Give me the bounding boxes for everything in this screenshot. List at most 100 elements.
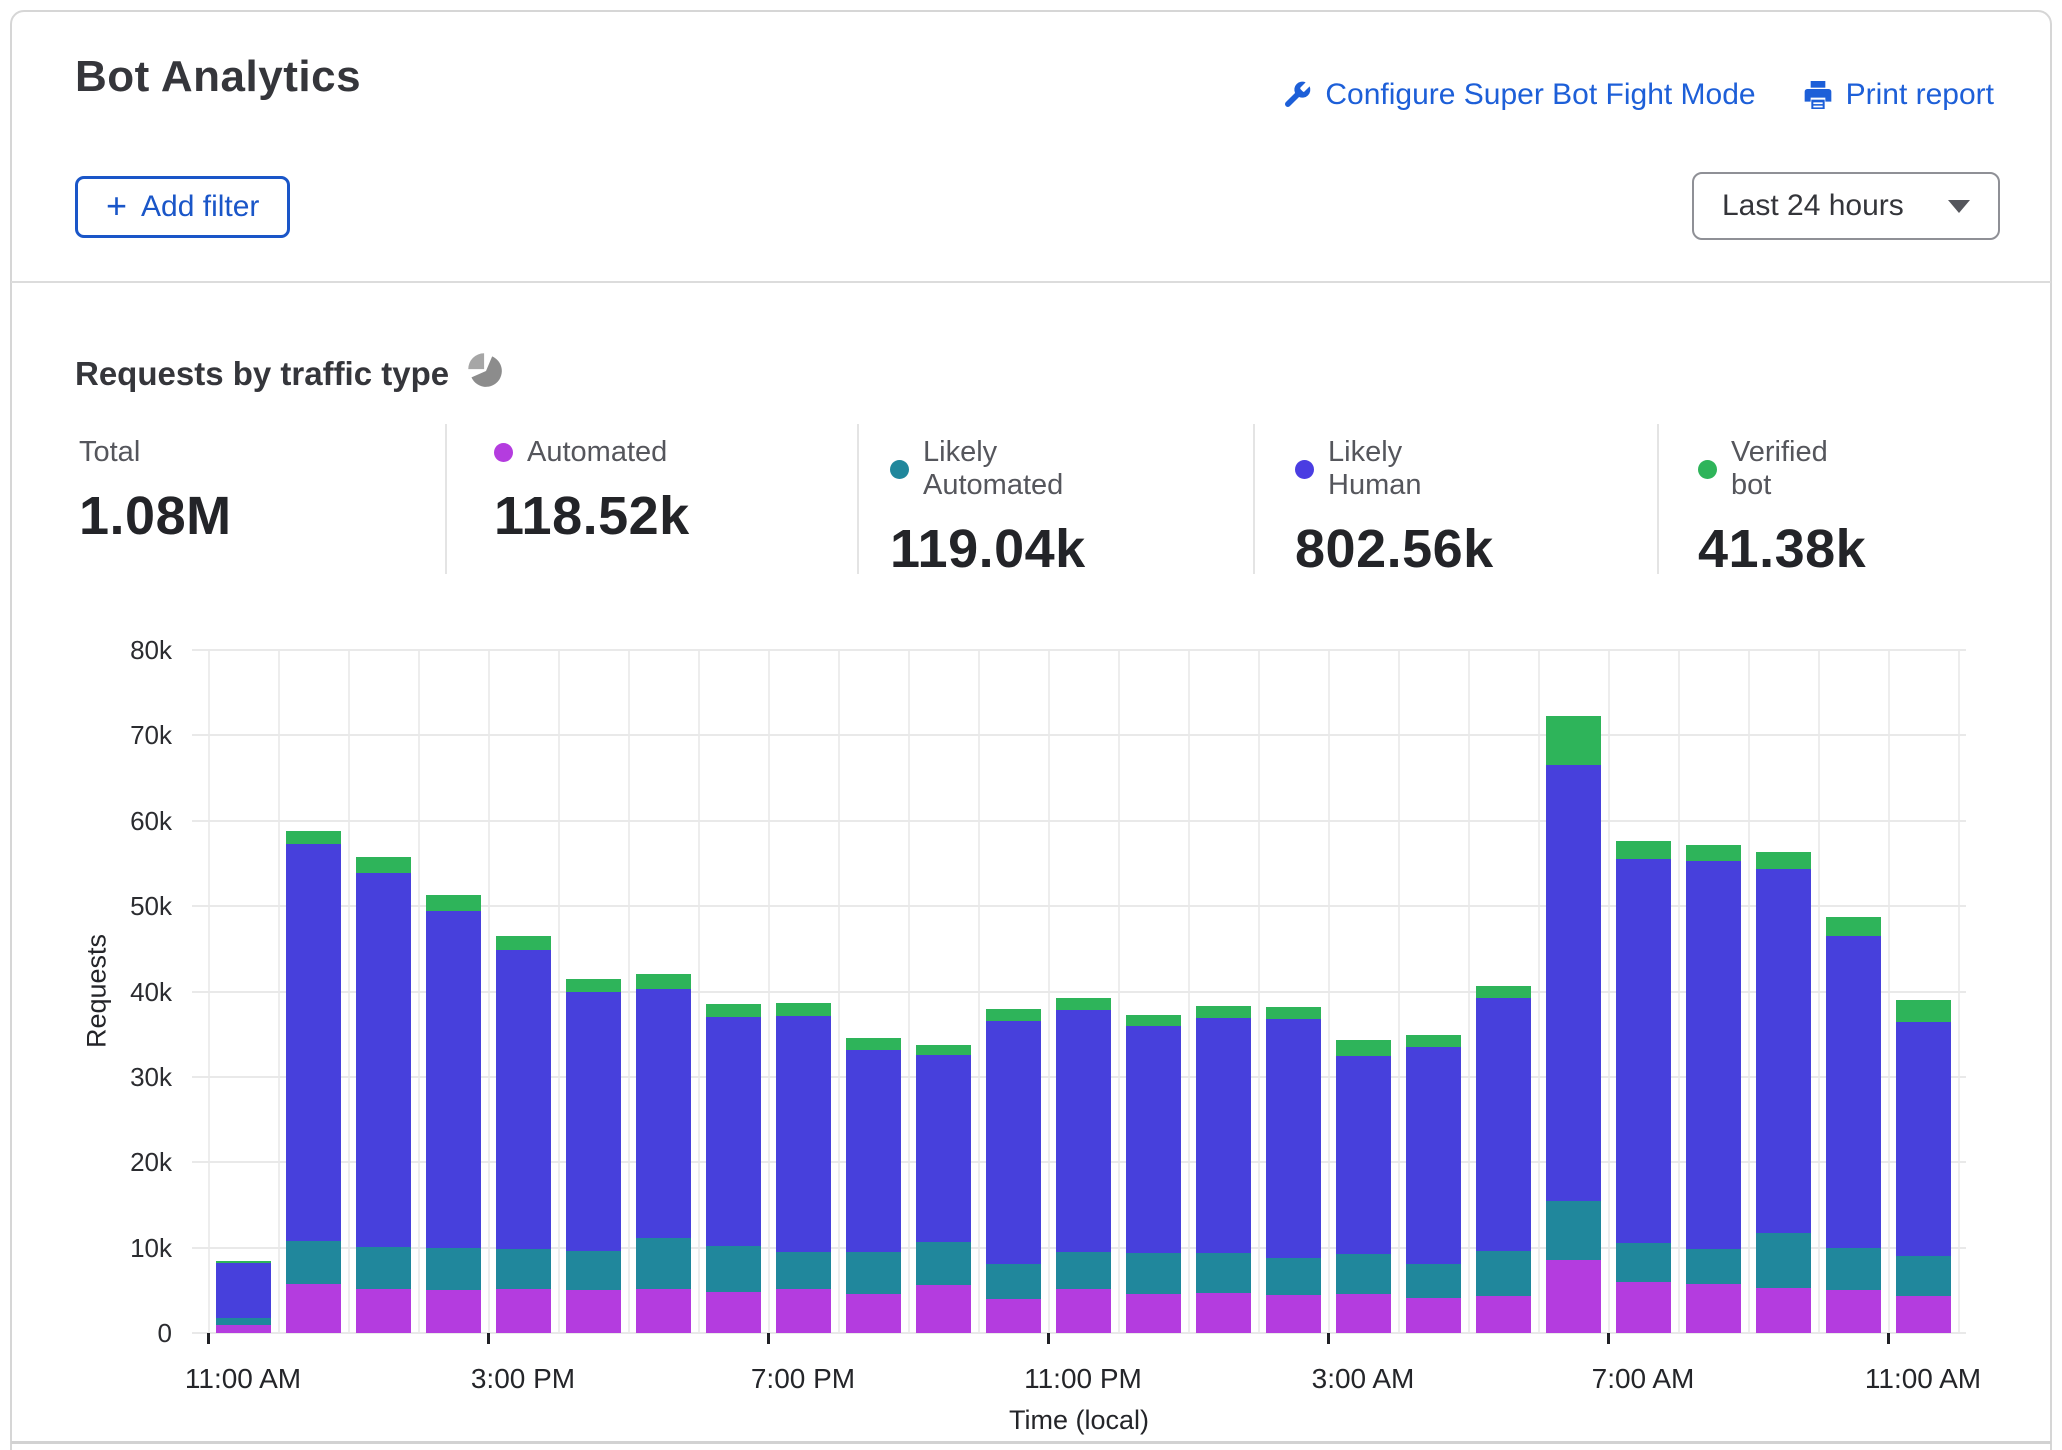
bar-segment-likely-automated[interactable] [846,1252,901,1294]
bar-segment-likely-human[interactable] [986,1021,1041,1264]
bar-segment-verified-bot[interactable] [1686,845,1741,861]
bar-segment-likely-automated[interactable] [1406,1264,1461,1298]
bar-segment-likely-human[interactable] [1406,1047,1461,1264]
bar-segment-verified-bot[interactable] [1826,917,1881,936]
bar-segment-automated[interactable] [1196,1293,1251,1333]
bar-segment-likely-automated[interactable] [1056,1252,1111,1290]
bar-segment-likely-automated[interactable] [1756,1233,1811,1288]
bar-segment-automated[interactable] [356,1289,411,1333]
bar-segment-verified-bot[interactable] [1546,716,1601,766]
bar-segment-likely-human[interactable] [286,844,341,1241]
bar-segment-likely-human[interactable] [846,1050,901,1252]
bar-segment-verified-bot[interactable] [776,1003,831,1017]
bar-segment-automated[interactable] [1056,1289,1111,1333]
bar-segment-automated[interactable] [286,1284,341,1333]
bar-segment-automated[interactable] [1406,1298,1461,1333]
bar-segment-automated[interactable] [776,1289,831,1333]
bar-segment-likely-human[interactable] [1336,1056,1391,1253]
bar-segment-likely-human[interactable] [1266,1019,1321,1258]
bar-segment-automated[interactable] [1336,1294,1391,1333]
bar-segment-likely-human[interactable] [356,873,411,1247]
bar-segment-automated[interactable] [706,1292,761,1333]
bar-segment-likely-human[interactable] [916,1055,971,1242]
bar-segment-likely-automated[interactable] [566,1251,621,1290]
bar-segment-likely-human[interactable] [1476,998,1531,1251]
bar-segment-verified-bot[interactable] [1056,998,1111,1010]
bar-segment-verified-bot[interactable] [986,1009,1041,1021]
bar-segment-verified-bot[interactable] [1476,986,1531,999]
bar-segment-likely-automated[interactable] [1336,1254,1391,1294]
bar-segment-verified-bot[interactable] [496,936,551,950]
bar-segment-verified-bot[interactable] [1756,852,1811,868]
bar-segment-automated[interactable] [1826,1290,1881,1333]
bar-segment-likely-human[interactable] [1546,765,1601,1200]
bar-segment-automated[interactable] [916,1285,971,1333]
bar-segment-verified-bot[interactable] [286,831,341,844]
bar-segment-likely-automated[interactable] [706,1246,761,1292]
bar-segment-verified-bot[interactable] [1126,1015,1181,1026]
bar-segment-likely-automated[interactable] [1686,1249,1741,1284]
bar-segment-automated[interactable] [426,1290,481,1333]
bar-segment-likely-human[interactable] [706,1017,761,1246]
bar-segment-likely-automated[interactable] [1896,1256,1951,1296]
bar-segment-likely-human[interactable] [1126,1026,1181,1253]
bar-segment-automated[interactable] [1126,1294,1181,1333]
bar-segment-likely-automated[interactable] [286,1241,341,1285]
bar-segment-automated[interactable] [636,1289,691,1333]
bar-segment-likely-automated[interactable] [496,1249,551,1289]
bar-segment-likely-human[interactable] [1056,1010,1111,1252]
bar-segment-likely-human[interactable] [636,989,691,1238]
bar-segment-likely-human[interactable] [1196,1018,1251,1253]
bar-segment-likely-automated[interactable] [1546,1201,1601,1261]
bar-segment-automated[interactable] [1266,1295,1321,1333]
bar-segment-likely-automated[interactable] [356,1247,411,1290]
bar-segment-likely-human[interactable] [1826,936,1881,1248]
bar-segment-verified-bot[interactable] [846,1038,901,1050]
bar-segment-verified-bot[interactable] [566,979,621,993]
bar-segment-automated[interactable] [1896,1296,1951,1333]
bar-segment-verified-bot[interactable] [356,857,411,872]
bar-segment-likely-automated[interactable] [1616,1243,1671,1281]
bar-segment-likely-human[interactable] [496,950,551,1250]
bar-segment-automated[interactable] [1616,1282,1671,1333]
bar-segment-likely-automated[interactable] [1126,1253,1181,1294]
bar-segment-likely-human[interactable] [216,1263,271,1318]
bar-segment-automated[interactable] [986,1299,1041,1333]
bar-segment-verified-bot[interactable] [216,1261,271,1263]
bar-segment-verified-bot[interactable] [1896,1000,1951,1022]
bar-segment-automated[interactable] [1476,1296,1531,1333]
bar-segment-likely-automated[interactable] [1826,1248,1881,1290]
bar-segment-verified-bot[interactable] [1196,1006,1251,1018]
bar-segment-likely-automated[interactable] [1196,1253,1251,1293]
bar-segment-verified-bot[interactable] [1336,1040,1391,1056]
bar-segment-likely-human[interactable] [1686,861,1741,1249]
bar-segment-verified-bot[interactable] [706,1004,761,1017]
bar-segment-automated[interactable] [216,1325,271,1333]
bar-segment-likely-automated[interactable] [216,1318,271,1325]
bar-segment-likely-automated[interactable] [636,1238,691,1289]
bar-segment-likely-automated[interactable] [426,1248,481,1291]
bar-segment-likely-automated[interactable] [1266,1258,1321,1296]
bar-segment-likely-human[interactable] [1616,859,1671,1243]
bar-segment-automated[interactable] [566,1290,621,1333]
bar-segment-verified-bot[interactable] [916,1045,971,1054]
bar-segment-likely-human[interactable] [776,1016,831,1252]
bar-segment-likely-human[interactable] [566,992,621,1251]
bar-segment-verified-bot[interactable] [1266,1007,1321,1019]
bar-segment-likely-human[interactable] [426,911,481,1247]
bar-segment-likely-human[interactable] [1756,869,1811,1234]
bar-segment-verified-bot[interactable] [426,895,481,911]
bar-segment-likely-automated[interactable] [1476,1251,1531,1296]
bar-segment-likely-human[interactable] [1896,1022,1951,1256]
bar-segment-likely-automated[interactable] [986,1264,1041,1299]
bar-segment-automated[interactable] [846,1294,901,1333]
bar-segment-likely-automated[interactable] [916,1242,971,1286]
bar-segment-likely-automated[interactable] [776,1252,831,1289]
bar-segment-automated[interactable] [1686,1284,1741,1333]
bar-segment-automated[interactable] [1546,1260,1601,1333]
bar-segment-verified-bot[interactable] [1406,1035,1461,1047]
bar-segment-verified-bot[interactable] [636,974,691,989]
bar-segment-automated[interactable] [1756,1288,1811,1333]
bar-segment-automated[interactable] [496,1289,551,1333]
bar-segment-verified-bot[interactable] [1616,841,1671,859]
